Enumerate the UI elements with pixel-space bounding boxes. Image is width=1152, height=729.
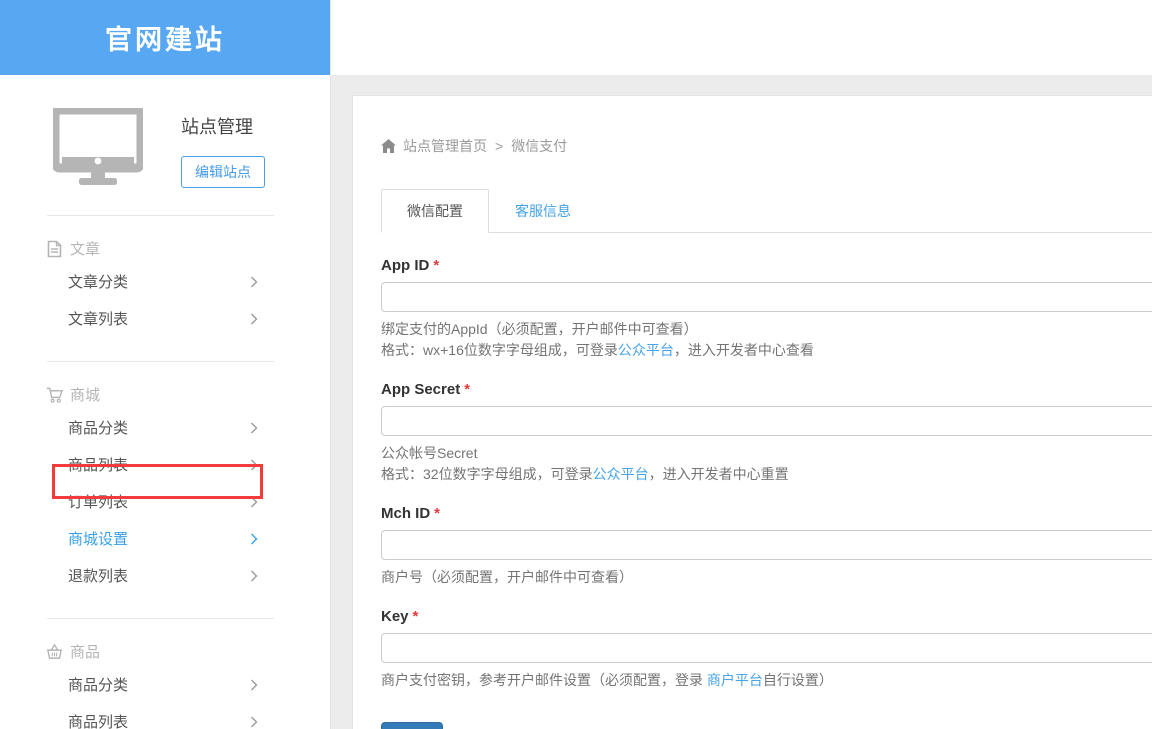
field-mch-id: Mch ID* 商户号（必须配置，开户邮件中可查看） xyxy=(381,505,1152,588)
app-secret-help-1: 公众帐号Secret xyxy=(381,443,1152,464)
site-info: 站点管理 编辑站点 xyxy=(181,108,265,188)
breadcrumb-home-link[interactable]: 站点管理首页 xyxy=(403,136,487,156)
breadcrumb: 站点管理首页 > 微信支付 xyxy=(381,136,1152,156)
cart-icon xyxy=(46,386,63,404)
chevron-right-icon xyxy=(250,313,258,325)
mch-id-label: Mch ID* xyxy=(381,505,1152,522)
sidebar-section-articles: 文章 xyxy=(0,216,330,263)
content-panel: 站点管理首页 > 微信支付 微信配置 客服信息 App ID* 绑定支付的App… xyxy=(352,95,1152,729)
sidebar-item-product-category[interactable]: 商品分类 xyxy=(0,409,330,446)
breadcrumb-separator: > xyxy=(495,138,503,154)
edit-site-button[interactable]: 编辑站点 xyxy=(181,156,265,188)
app-id-help-2: 格式：wx+16位数字字母组成，可登录公众平台，进入开发者中心查看 xyxy=(381,340,1152,361)
required-asterisk: * xyxy=(413,608,419,625)
sidebar-item-order-list[interactable]: 订单列表 xyxy=(0,483,330,520)
public-platform-link[interactable]: 公众平台 xyxy=(593,466,649,482)
article-icon xyxy=(46,240,63,258)
app-secret-help-2: 格式：32位数字字母组成，可登录公众平台，进入开发者中心重置 xyxy=(381,464,1152,485)
sidebar-item-goods-list[interactable]: 商品列表 xyxy=(0,703,330,729)
chevron-right-icon xyxy=(250,533,258,545)
chevron-right-icon xyxy=(250,422,258,434)
tab-bar: 微信配置 客服信息 xyxy=(381,189,1152,233)
key-input[interactable] xyxy=(381,633,1152,663)
sidebar-section-goods: 商品 xyxy=(0,619,330,666)
sidebar-section-label: 文章 xyxy=(70,238,100,259)
sidebar-item-refund-list[interactable]: 退款列表 xyxy=(0,557,330,594)
app-id-input[interactable] xyxy=(381,282,1152,312)
required-asterisk: * xyxy=(434,505,440,522)
tab-wechat-config[interactable]: 微信配置 xyxy=(381,189,489,233)
app-id-label: App ID* xyxy=(381,257,1152,274)
app-id-help-1: 绑定支付的AppId（必须配置，开户邮件中可查看） xyxy=(381,319,1152,340)
sidebar-item-article-category[interactable]: 文章分类 xyxy=(0,263,330,300)
wechat-pay-form: App ID* 绑定支付的AppId（必须配置，开户邮件中可查看） 格式：wx+… xyxy=(381,257,1152,729)
site-title: 站点管理 xyxy=(181,113,265,139)
field-app-secret: App Secret* 公众帐号Secret 格式：32位数字字母组成，可登录公… xyxy=(381,381,1152,485)
chevron-right-icon xyxy=(250,679,258,691)
sidebar-section-label: 商城 xyxy=(70,384,100,405)
breadcrumb-current: 微信支付 xyxy=(511,136,567,156)
sidebar-item-mall-settings[interactable]: 商城设置 xyxy=(0,520,330,557)
chevron-right-icon xyxy=(250,459,258,471)
public-platform-link[interactable]: 公众平台 xyxy=(618,342,674,358)
required-asterisk: * xyxy=(433,257,439,274)
sidebar-item-product-list[interactable]: 商品列表 xyxy=(0,446,330,483)
chevron-right-icon xyxy=(250,570,258,582)
app-secret-label: App Secret* xyxy=(381,381,1152,398)
chevron-right-icon xyxy=(250,716,258,728)
app-logo-title: 官网建站 xyxy=(0,0,330,75)
chevron-right-icon xyxy=(250,276,258,288)
field-app-id: App ID* 绑定支付的AppId（必须配置，开户邮件中可查看） 格式：wx+… xyxy=(381,257,1152,361)
required-asterisk: * xyxy=(464,381,470,398)
tab-customer-service-info[interactable]: 客服信息 xyxy=(489,189,597,233)
merchant-platform-link[interactable]: 商户平台 xyxy=(707,672,763,688)
chevron-right-icon xyxy=(250,496,258,508)
site-summary-block: 站点管理 编辑站点 xyxy=(0,75,330,191)
sidebar-section-mall: 商城 xyxy=(0,362,330,409)
field-key: Key* 商户支付密钥，参考开户邮件设置（必须配置，登录 商户平台自行设置） xyxy=(381,608,1152,691)
key-help-1: 商户支付密钥，参考开户邮件设置（必须配置，登录 商户平台自行设置） xyxy=(381,670,1152,691)
sidebar-section-label: 商品 xyxy=(70,641,100,662)
mch-id-help-1: 商户号（必须配置，开户邮件中可查看） xyxy=(381,567,1152,588)
submit-button[interactable]: 提交 xyxy=(381,722,443,729)
sidebar: 官网建站 站点管理 编辑站点 文章 文章分类 文章列表 xyxy=(0,0,331,729)
mch-id-input[interactable] xyxy=(381,530,1152,560)
basket-icon xyxy=(46,643,63,661)
sidebar-item-goods-category[interactable]: 商品分类 xyxy=(0,666,330,703)
sidebar-item-article-list[interactable]: 文章列表 xyxy=(0,300,330,337)
key-label: Key* xyxy=(381,608,1152,625)
app-secret-input[interactable] xyxy=(381,406,1152,436)
home-icon xyxy=(381,139,396,153)
monitor-icon xyxy=(53,108,143,191)
